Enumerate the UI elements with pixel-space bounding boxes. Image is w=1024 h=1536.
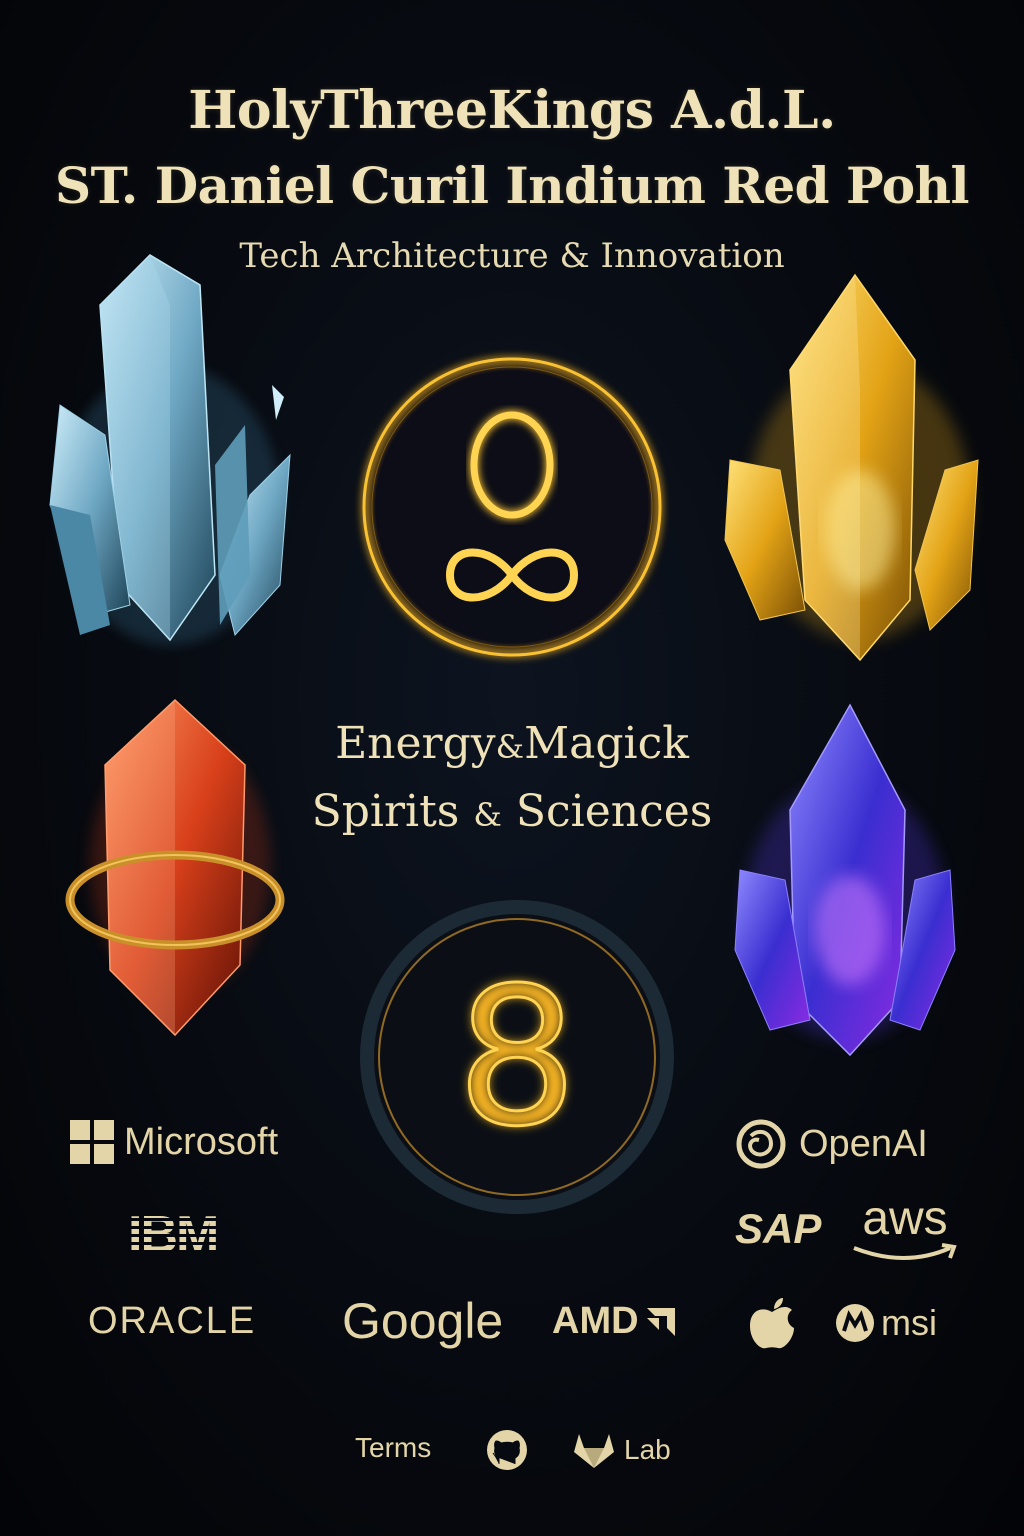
- spirits-text: Spirits: [311, 786, 460, 837]
- sciences-text: Sciences: [515, 786, 713, 837]
- crystal-gold-icon: [724, 273, 979, 662]
- amd-arrow-icon: [646, 1307, 675, 1336]
- energy-magick-line: Energy&Magick: [0, 718, 1024, 769]
- aws-logo[interactable]: aws: [850, 1192, 960, 1264]
- sap-text: SAP: [735, 1205, 822, 1252]
- amd-logo[interactable]: AMD: [552, 1300, 679, 1343]
- ibm-logo[interactable]: IBM: [128, 1205, 219, 1265]
- gitlab-icon: [574, 1434, 614, 1468]
- google-logo[interactable]: Google: [342, 1292, 503, 1350]
- magick-text: Magick: [524, 718, 689, 769]
- lab-text: Lab: [624, 1434, 671, 1465]
- msi-text: msi: [881, 1302, 937, 1343]
- eight-glyph: 8: [457, 947, 578, 1168]
- oracle-logo[interactable]: ORACLE: [88, 1300, 256, 1343]
- aws-smile-icon: [853, 1243, 957, 1260]
- aws-text: aws: [862, 1192, 948, 1245]
- energy-text: Energy: [335, 718, 496, 769]
- google-text: Google: [342, 1293, 504, 1349]
- apple-logo-icon: [750, 1298, 794, 1349]
- apple-logo[interactable]: [748, 1298, 796, 1350]
- title-line-2: ST. Daniel Curil Indium Red Pohl: [55, 156, 969, 215]
- microsoft-text: Microsoft: [124, 1120, 279, 1163]
- terms-link[interactable]: Terms: [355, 1432, 431, 1464]
- github-icon[interactable]: [485, 1428, 529, 1472]
- msi-logo-icon: [836, 1304, 874, 1342]
- openai-text: OpenAI: [799, 1122, 928, 1165]
- eight-symbol: 8 8: [355, 895, 680, 1220]
- ibm-text: IBM: [128, 1206, 219, 1264]
- spirits-sciences-line: Spirits & Sciences: [0, 786, 1024, 837]
- openai-logo-icon: [736, 1119, 786, 1169]
- microsoft-logo[interactable]: Microsoft: [70, 1120, 278, 1164]
- gitlab-lab-link[interactable]: Lab: [572, 1430, 671, 1470]
- ampersand: &: [495, 728, 525, 766]
- oracle-text: ORACLE: [88, 1300, 257, 1342]
- microsoft-logo-icon: [70, 1120, 114, 1164]
- terms-text: Terms: [355, 1432, 432, 1463]
- sap-logo[interactable]: SAP: [735, 1205, 821, 1253]
- amd-text: AMD: [552, 1300, 639, 1342]
- omega-infinity-symbol: [361, 356, 663, 658]
- crystal-blue-icon: [49, 254, 291, 645]
- ampersand: &: [473, 796, 502, 834]
- openai-logo[interactable]: OpenAI: [735, 1118, 928, 1170]
- msi-logo[interactable]: msi: [835, 1302, 937, 1344]
- title-line-1: HolyThreeKings A.d.L.: [188, 80, 836, 141]
